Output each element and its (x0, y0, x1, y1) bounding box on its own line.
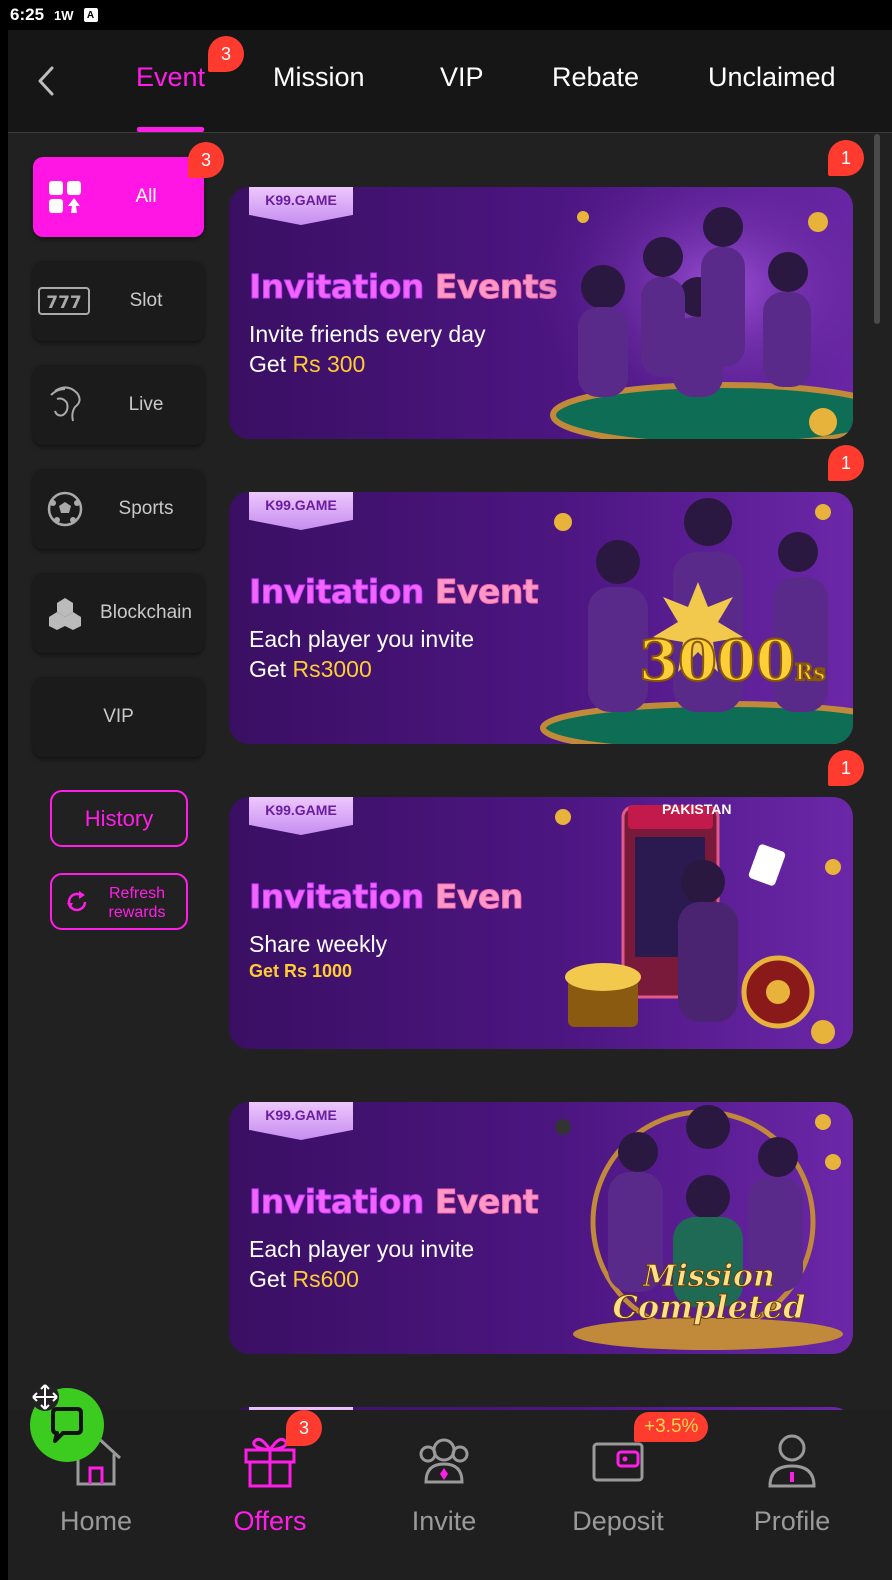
nav-label: Offers (233, 1506, 307, 1536)
banner-subtitle: Share weekly (249, 931, 388, 957)
sidebar-item-label: All (135, 186, 157, 207)
nav-profile[interactable]: Profile (704, 1410, 880, 1580)
k99-logo-tag: K99.GAME (249, 187, 353, 225)
mission-completed-text: Mission Completed (612, 1259, 806, 1326)
k99-logo-tag: K99.GAME (249, 1102, 353, 1140)
drag-move-icon[interactable] (30, 1382, 60, 1412)
sidebar-item-blockchain[interactable]: Blockchain (33, 573, 204, 653)
sidebar-item-label: Sports (118, 498, 174, 519)
banner-reward: Get Rs 1000 (249, 961, 353, 981)
sidebar-item-slot[interactable]: 777 Slot (33, 261, 204, 341)
tab-vip[interactable]: VIP (440, 62, 484, 93)
app-notification-icon: 1W (54, 7, 74, 23)
back-button[interactable] (32, 64, 62, 98)
invitation-event-banner-1[interactable]: K99.GAME Invitation Events Invite friend… (229, 187, 853, 439)
active-tab-indicator (137, 127, 204, 132)
profile-icon (768, 1434, 816, 1488)
nav-offers[interactable]: Offers (182, 1410, 358, 1580)
banner-reward: Get Rs 300 (249, 351, 366, 377)
offers-badge: 3 (286, 1410, 322, 1446)
event-tab-badge: 3 (208, 36, 244, 72)
refresh-rewards-label: Refresh rewards (108, 885, 166, 921)
casino-players-illustration (523, 187, 853, 439)
k99-logo-tag: K99.GAME (249, 492, 353, 530)
bottom-nav: Home Offers Invite Deposit Profile (8, 1410, 892, 1580)
nav-label: Profile (753, 1506, 831, 1536)
deposit-bonus-badge: +3.5% (634, 1412, 709, 1442)
banner-subtitle: Each player you invite (249, 1236, 475, 1262)
sidebar-item-all[interactable]: All (33, 157, 204, 237)
banner-reward: Get Rs3000 (249, 656, 372, 682)
pakistan-sign-text: PAKISTAN (662, 801, 732, 817)
chevron-left-icon (38, 66, 54, 96)
nav-label: Invite (411, 1506, 477, 1536)
grid-cards-icon (45, 177, 85, 217)
refresh-rewards-button[interactable]: Refresh rewards (50, 873, 188, 930)
slot-777-icon: 777 (38, 281, 90, 321)
notification-a-icon: A (83, 8, 98, 22)
banner-title: Invitation Even (249, 877, 524, 917)
nav-label: Deposit (572, 1506, 664, 1536)
banner-title: Invitation Event (249, 1182, 540, 1222)
sidebar-item-label: Live (128, 394, 164, 415)
tab-rebate[interactable]: Rebate (552, 62, 639, 93)
blockchain-icon (45, 593, 85, 633)
nav-label: Home (59, 1506, 133, 1536)
banner-1-badge: 1 (828, 140, 864, 176)
tab-unclaimed[interactable]: Unclaimed (708, 62, 836, 93)
invite-icon (419, 1438, 469, 1484)
live-dealer-icon (45, 385, 85, 425)
sidebar-item-label: Slot (129, 290, 163, 311)
sidebar-item-live[interactable]: Live (33, 365, 204, 445)
invitation-event-banner-4[interactable]: K99.GAME Invitation Event Each player yo… (229, 1102, 853, 1354)
sidebar-all-badge: 3 (188, 142, 224, 178)
k99-logo-tag: K99.GAME (249, 797, 353, 835)
status-bar: 6:25 1W A (0, 0, 892, 30)
history-button[interactable]: History (50, 790, 188, 847)
banner-title: Invitation Events (249, 267, 559, 307)
invitation-event-banner-3[interactable]: K99.GAME Invitation Even Share weekly Ge… (229, 797, 853, 1049)
sidebar-item-vip[interactable]: VIP (33, 677, 204, 757)
sidebar-item-label: VIP (103, 706, 134, 727)
art-3000-text: 3000Rs (638, 627, 827, 695)
slot-machine-illustration (555, 805, 841, 1044)
banner-subtitle: Each player you invite (249, 626, 475, 652)
players-3000rs-illustration (540, 498, 853, 744)
scrollbar[interactable] (874, 134, 880, 324)
refresh-icon (67, 891, 87, 912)
soccer-ball-icon (45, 489, 85, 529)
top-tab-bar: Event 3 Mission VIP Rebate Unclaimed (8, 30, 892, 133)
svg-text:777: 777 (46, 293, 82, 313)
banner-reward: Get Rs600 (249, 1266, 359, 1292)
banner-title: Invitation Event (249, 572, 540, 612)
tab-event[interactable]: Event (136, 62, 205, 93)
banner-2-badge: 1 (828, 445, 864, 481)
sidebar-item-label: Blockchain (100, 602, 192, 623)
nav-invite[interactable]: Invite (356, 1410, 532, 1580)
sidebar-item-sports[interactable]: Sports (33, 469, 204, 549)
banner-3-badge: 1 (828, 750, 864, 786)
status-time: 6:25 (10, 5, 45, 24)
invitation-event-banner-2[interactable]: K99.GAME Invitation Event Each player yo… (229, 492, 853, 744)
app-window: Event 3 Mission VIP Rebate Unclaimed All… (8, 30, 892, 1580)
tab-mission[interactable]: Mission (273, 62, 365, 93)
banner-subtitle: Invite friends every day (249, 321, 486, 347)
